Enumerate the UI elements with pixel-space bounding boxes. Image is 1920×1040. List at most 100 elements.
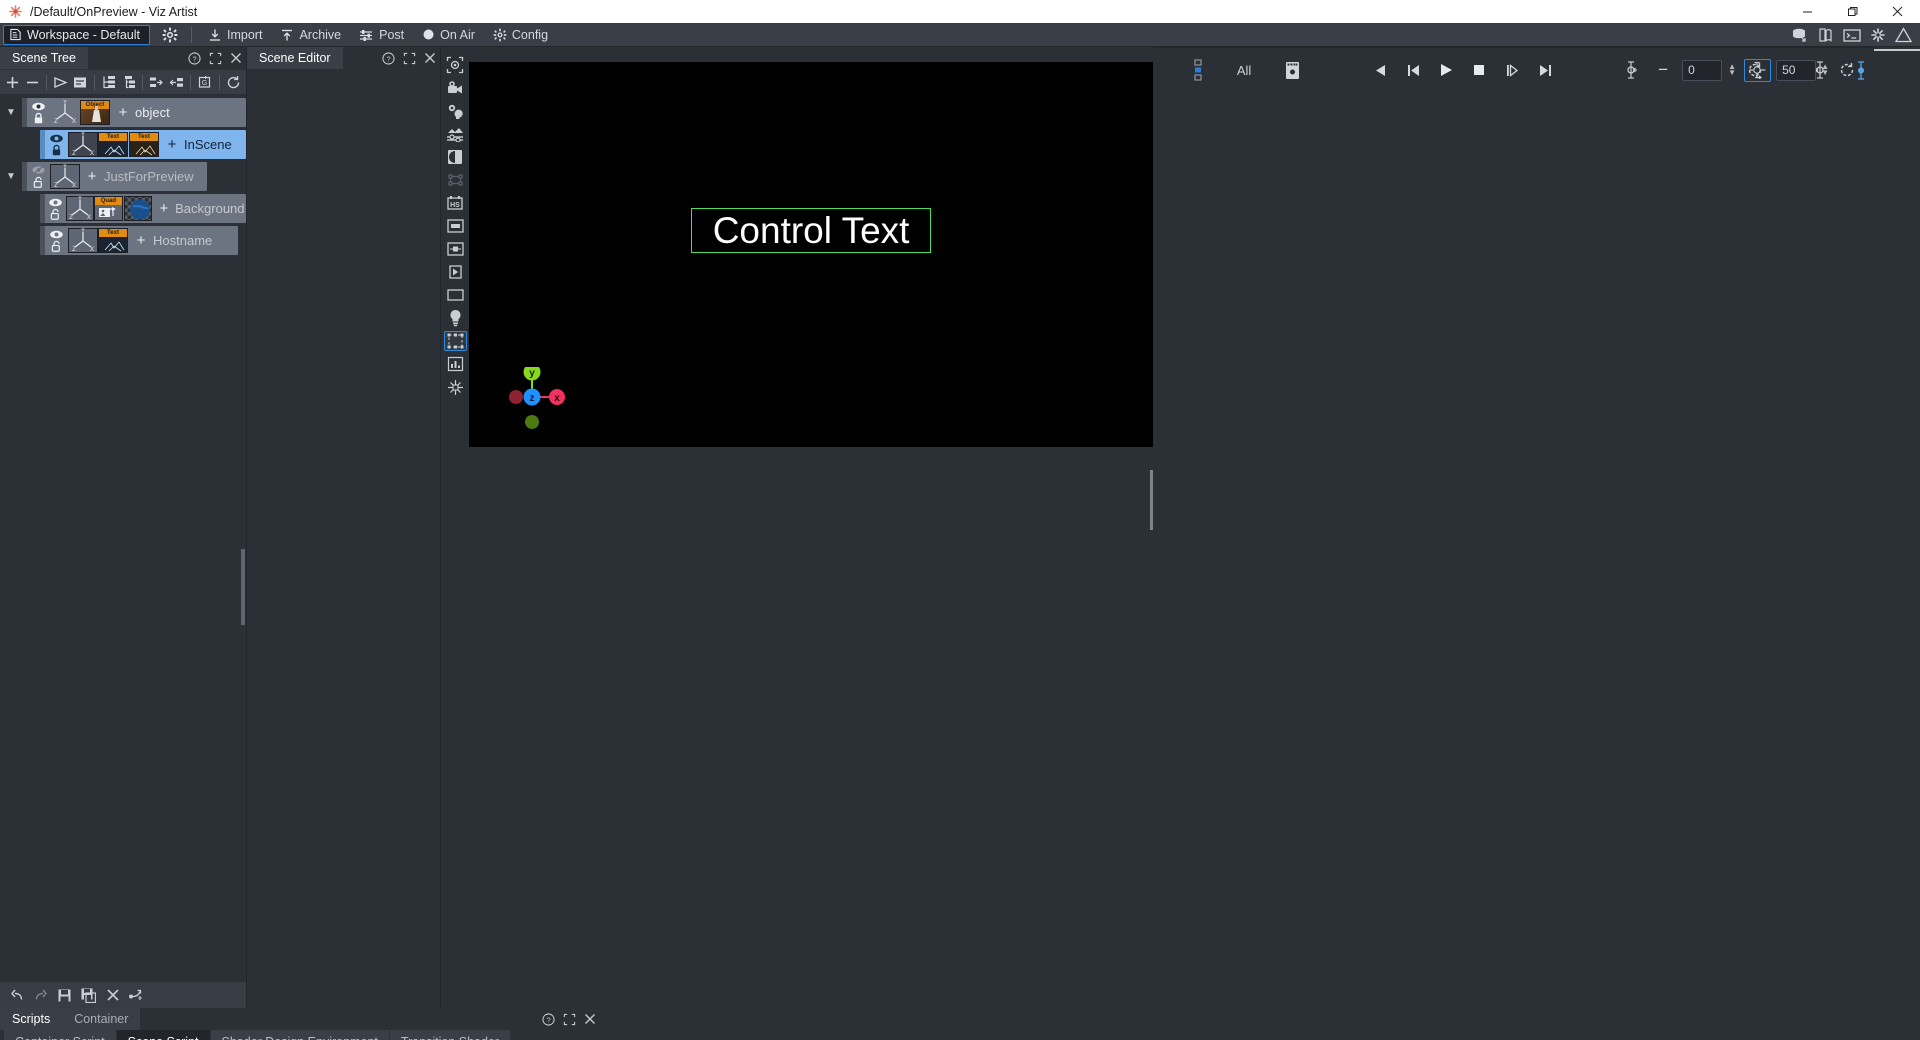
menu-import[interactable]: Import bbox=[199, 23, 271, 47]
container-thumbnail[interactable] bbox=[124, 196, 152, 221]
go-to-end-button[interactable] bbox=[1532, 56, 1558, 84]
close-icon[interactable] bbox=[424, 52, 436, 64]
minimize-button[interactable] bbox=[1785, 0, 1830, 23]
tree-expand-button[interactable] bbox=[100, 72, 118, 92]
play-button[interactable] bbox=[1433, 56, 1459, 84]
subtab-scene-script[interactable]: Scene Script bbox=[117, 1030, 211, 1040]
save-button[interactable] bbox=[54, 985, 75, 1005]
add-group-button[interactable]: G bbox=[196, 72, 214, 92]
lock-open-icon[interactable] bbox=[51, 240, 62, 252]
step-forward-button[interactable] bbox=[1499, 56, 1525, 84]
visibility-lock-group[interactable] bbox=[45, 198, 67, 220]
director-icon[interactable] bbox=[1279, 56, 1305, 84]
subtab-transition-shader[interactable]: Transition Shader bbox=[390, 1030, 511, 1040]
add-child-icon[interactable]: + bbox=[111, 104, 135, 121]
tab-scripts[interactable]: Scripts bbox=[0, 1008, 62, 1030]
go-to-start-button[interactable] bbox=[1400, 56, 1426, 84]
all-layers-label[interactable]: All bbox=[1231, 56, 1257, 84]
menu-post[interactable]: Post bbox=[350, 23, 413, 47]
container-thumbnail[interactable]: Object bbox=[80, 100, 110, 125]
goto-button[interactable] bbox=[126, 985, 147, 1005]
scene-editor-splitter[interactable] bbox=[1150, 47, 1153, 1008]
bones-icon[interactable] bbox=[444, 170, 467, 190]
redo-button[interactable] bbox=[30, 985, 51, 1005]
chevron-down-icon[interactable]: ▼ bbox=[0, 171, 22, 182]
add-child-icon[interactable]: + bbox=[160, 136, 184, 153]
image-adjust-icon[interactable] bbox=[444, 124, 467, 144]
speed-input[interactable]: 50 bbox=[1776, 60, 1816, 81]
text-lines-button[interactable] bbox=[72, 72, 90, 92]
play-container-button[interactable] bbox=[52, 72, 70, 92]
axis-gizmo[interactable]: y x z bbox=[504, 367, 574, 442]
rectangle-icon[interactable] bbox=[444, 285, 467, 305]
container-thumbnail[interactable]: Quad bbox=[94, 196, 122, 221]
add-child-icon[interactable]: + bbox=[80, 168, 104, 185]
lock-closed-icon[interactable] bbox=[51, 144, 62, 156]
workspace-selector[interactable]: Workspace - Default bbox=[3, 25, 150, 45]
frame-spinner[interactable]: ▲▼ bbox=[1728, 64, 1736, 76]
subtab-shader-design-environment[interactable]: Shader Design Environment bbox=[211, 1030, 390, 1040]
key-left-icon[interactable] bbox=[1618, 56, 1644, 84]
database-icon[interactable] bbox=[1791, 27, 1809, 43]
help-icon[interactable]: ? bbox=[382, 52, 395, 65]
snap-icon[interactable] bbox=[444, 377, 467, 397]
workspace-settings-button[interactable] bbox=[156, 23, 184, 47]
text-box-icon[interactable] bbox=[444, 216, 467, 236]
tree-item-background[interactable]: YZX Quad + Background bbox=[40, 194, 246, 223]
lock-open-icon[interactable] bbox=[50, 208, 61, 220]
bulb-icon[interactable] bbox=[444, 308, 467, 328]
eye-icon[interactable] bbox=[31, 102, 46, 111]
eye-icon[interactable] bbox=[49, 230, 64, 239]
indent-out-button[interactable] bbox=[168, 72, 186, 92]
delete-button[interactable] bbox=[102, 985, 123, 1005]
tab-scene-tree[interactable]: Scene Tree bbox=[0, 47, 88, 69]
stop-button[interactable] bbox=[1466, 56, 1492, 84]
menu-config[interactable]: Config bbox=[484, 23, 557, 47]
maximize-button[interactable] bbox=[1830, 0, 1875, 23]
book-icon[interactable] bbox=[1818, 27, 1834, 43]
close-icon[interactable] bbox=[230, 52, 242, 64]
tree-item-object[interactable]: YZX Object + object bbox=[22, 98, 246, 127]
menu-archive[interactable]: Archive bbox=[271, 23, 350, 47]
visibility-lock-group[interactable] bbox=[45, 230, 68, 252]
add-child-icon[interactable]: + bbox=[129, 232, 153, 249]
lock-open-icon[interactable] bbox=[33, 176, 44, 188]
container-thumbnail[interactable]: Text bbox=[98, 132, 128, 157]
contrast-icon[interactable] bbox=[444, 147, 467, 167]
visibility-lock-group[interactable] bbox=[27, 165, 50, 188]
add-container-button[interactable] bbox=[4, 72, 22, 92]
expand-icon[interactable] bbox=[563, 1013, 576, 1026]
tree-row[interactable]: YZX Text Text + InScene bbox=[0, 130, 246, 159]
container-thumbnail[interactable]: Text bbox=[129, 132, 159, 157]
tree-row[interactable]: ▼ YZX + JustForPreview bbox=[0, 162, 246, 191]
save-as-button[interactable] bbox=[78, 985, 99, 1005]
light-view-icon[interactable] bbox=[444, 101, 467, 121]
remove-container-button[interactable] bbox=[24, 72, 42, 92]
half-box-icon[interactable] bbox=[444, 262, 467, 282]
help-icon[interactable]: ? bbox=[542, 1013, 555, 1026]
scene-tree-list[interactable]: ▼ YZX Object + object bbox=[0, 94, 246, 981]
stopwatch-toggle[interactable] bbox=[1744, 59, 1771, 82]
visibility-lock-group[interactable] bbox=[45, 134, 68, 156]
close-button[interactable] bbox=[1875, 0, 1920, 23]
asterisk-icon[interactable] bbox=[1870, 27, 1886, 43]
control-text-object[interactable]: Control Text bbox=[691, 208, 931, 253]
chevron-down-icon[interactable]: ▼ bbox=[0, 107, 22, 118]
chart-icon[interactable] bbox=[444, 354, 467, 374]
rewind-button[interactable] bbox=[1367, 56, 1393, 84]
menu-onair[interactable]: On Air bbox=[413, 23, 484, 47]
close-icon[interactable] bbox=[584, 1013, 596, 1025]
tab-container[interactable]: Container bbox=[62, 1008, 140, 1030]
expand-icon[interactable] bbox=[403, 52, 416, 65]
eye-icon[interactable] bbox=[48, 198, 63, 207]
tree-item-justforpreview[interactable]: YZX + JustForPreview bbox=[22, 162, 207, 191]
scene-canvas[interactable]: Control Text y x z bbox=[469, 62, 1153, 447]
add-child-icon[interactable]: + bbox=[153, 200, 175, 217]
tree-row[interactable]: YZX Text + Hostname bbox=[0, 226, 246, 255]
scene-tree-scrollbar[interactable] bbox=[241, 549, 245, 625]
grid-select-icon[interactable] bbox=[444, 331, 467, 351]
eye-hidden-icon[interactable] bbox=[31, 165, 46, 175]
speed-spinner[interactable]: ▲▼ bbox=[1821, 64, 1829, 76]
tree-row[interactable]: YZX Quad + Background bbox=[0, 194, 246, 223]
tree-item-inscene[interactable]: YZX Text Text + InScene bbox=[40, 130, 246, 159]
